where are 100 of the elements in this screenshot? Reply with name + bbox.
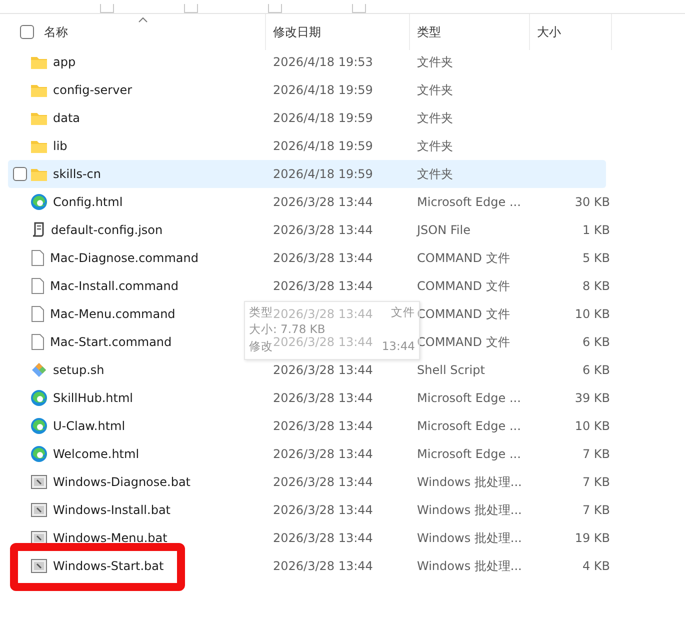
file-icon (31, 250, 44, 266)
folder-icon (31, 83, 47, 97)
file-type: 文件夹 (417, 82, 453, 98)
folder-icon (31, 111, 47, 125)
toolbar-icon[interactable] (268, 4, 282, 13)
tooltip-text: 类型 (249, 304, 273, 321)
file-icon (31, 306, 44, 322)
file-size: 19 KB (574, 531, 610, 545)
file-type: 文件夹 (417, 54, 453, 70)
file-name[interactable]: Config.html (53, 195, 123, 209)
modified-date: 2026/4/18 19:59 (273, 139, 373, 153)
browser-icon (31, 194, 47, 210)
file-size: 39 KB (574, 391, 610, 405)
file-type: COMMAND 文件 (417, 250, 510, 266)
file-type: 文件夹 (417, 110, 453, 126)
modified-date: 2026/3/28 13:44 (273, 531, 373, 545)
modified-date: 2026/3/28 13:44 (273, 447, 373, 461)
file-name[interactable]: Windows-Start.bat (53, 559, 164, 573)
file-name[interactable]: data (53, 111, 80, 125)
browser-icon (31, 390, 47, 406)
file-name[interactable]: setup.sh (53, 363, 104, 377)
file-name[interactable]: Windows-Menu.bat (53, 531, 168, 545)
browser-icon (31, 446, 47, 462)
folder-icon (31, 167, 47, 181)
file-name[interactable]: app (53, 55, 76, 69)
browser-icon (31, 418, 47, 434)
select-all-checkbox[interactable] (20, 25, 34, 39)
file-type: Microsoft Edge ... (417, 447, 521, 461)
file-name[interactable]: Windows-Install.bat (53, 503, 171, 517)
file-type: 文件夹 (417, 138, 453, 154)
file-name[interactable]: config-server (53, 83, 132, 97)
tooltip-text: 修改 (249, 338, 273, 355)
modified-date: 2026/3/28 13:44 (273, 279, 373, 293)
modified-date: 2026/4/18 19:59 (273, 111, 373, 125)
batch-file-icon (31, 559, 47, 573)
file-size: 7 KB (582, 447, 610, 461)
file-name[interactable]: Mac-Start.command (50, 335, 172, 349)
file-type: Windows 批处理... (417, 502, 522, 518)
column-header[interactable]: 修改日期 (273, 24, 321, 40)
file-name[interactable]: default-config.json (51, 223, 163, 237)
batch-file-icon (31, 475, 47, 489)
script-file-icon (31, 222, 45, 238)
file-type: Windows 批处理... (417, 558, 522, 574)
column-header[interactable]: 名称 (44, 24, 68, 40)
modified-date: 2026/3/28 13:44 (273, 503, 373, 517)
file-row[interactable]: skills-cn 2026/4/18 19:59 文件夹 (8, 160, 606, 188)
tooltip-text: 13:44 (382, 338, 415, 355)
file-size: 10 KB (574, 307, 610, 321)
file-type: Windows 批处理... (417, 474, 522, 490)
file-type: Microsoft Edge ... (417, 419, 521, 433)
file-icon (31, 278, 44, 294)
modified-date: 2026/3/28 13:44 (273, 419, 373, 433)
column-header[interactable]: 类型 (417, 24, 441, 40)
toolbar-icon[interactable] (352, 4, 366, 13)
tooltip-text: 大小: 7.78 KB (249, 321, 326, 337)
file-type: Microsoft Edge ... (417, 391, 521, 405)
file-name[interactable]: Windows-Diagnose.bat (53, 475, 191, 489)
modified-date: 2026/4/18 19:53 (273, 55, 373, 69)
file-size: 10 KB (574, 419, 610, 433)
file-size: 6 KB (582, 363, 610, 377)
row-checkbox[interactable] (13, 167, 27, 181)
file-type: COMMAND 文件 (417, 334, 510, 350)
file-size: 8 KB (582, 279, 610, 293)
file-icon (31, 334, 44, 350)
file-type: COMMAND 文件 (417, 306, 510, 322)
file-type: 文件夹 (417, 166, 453, 182)
modified-date: 2026/3/28 13:44 (273, 335, 373, 349)
folder-icon (31, 55, 47, 69)
file-size: 5 KB (582, 251, 610, 265)
modified-date: 2026/3/28 13:44 (273, 559, 373, 573)
file-name[interactable]: SkillHub.html (53, 391, 133, 405)
toolbar-icon[interactable] (184, 4, 198, 13)
diamond-icon (31, 362, 47, 378)
file-size: 6 KB (582, 335, 610, 349)
modified-date: 2026/3/28 13:44 (273, 391, 373, 405)
modified-date: 2026/3/28 13:44 (273, 251, 373, 265)
modified-date: 2026/3/28 13:44 (273, 363, 373, 377)
file-name[interactable]: Mac-Install.command (50, 279, 178, 293)
file-type: COMMAND 文件 (417, 278, 510, 294)
folder-icon (31, 139, 47, 153)
file-type: Windows 批处理... (417, 530, 522, 546)
modified-date: 2026/3/28 13:44 (273, 307, 373, 321)
file-type: Microsoft Edge ... (417, 195, 521, 209)
column-header[interactable]: 大小 (537, 24, 561, 40)
file-size: 4 KB (582, 559, 610, 573)
file-size: 30 KB (574, 195, 610, 209)
file-name[interactable]: Mac-Menu.command (50, 307, 176, 321)
toolbar-icon[interactable] (100, 4, 114, 13)
file-name[interactable]: Welcome.html (53, 447, 140, 461)
batch-file-icon (31, 531, 47, 545)
file-name[interactable]: lib (53, 139, 68, 153)
file-name[interactable]: U-Claw.html (53, 419, 126, 433)
file-name: skills-cn (53, 167, 101, 181)
modified-date: 2026/4/18 19:59 (273, 83, 373, 97)
modified-date: 2026/3/28 13:44 (273, 475, 373, 489)
file-size: 7 KB (582, 503, 610, 517)
modified-date: 2026/4/18 19:59 (273, 167, 373, 181)
file-type: JSON File (417, 223, 470, 237)
file-type: Shell Script (417, 363, 485, 377)
file-name[interactable]: Mac-Diagnose.command (50, 251, 198, 265)
